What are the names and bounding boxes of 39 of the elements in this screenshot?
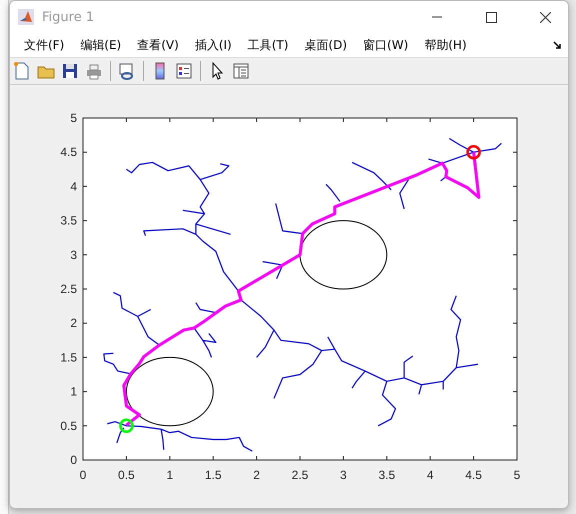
menu-item[interactable]: 帮助(H): [416, 36, 475, 54]
tick-label: 3.5: [60, 214, 77, 228]
menu-item[interactable]: 窗口(W): [355, 36, 416, 54]
menu-item[interactable]: 工具(T): [240, 36, 296, 54]
tick-label: 0: [70, 453, 77, 467]
window-title: Figure 1: [42, 10, 96, 24]
tick-label: 4.5: [465, 468, 482, 482]
tick-label: 4: [70, 179, 77, 194]
tick-label: 4: [426, 468, 434, 482]
tick-label: 2: [253, 468, 260, 482]
menu-item[interactable]: 查看(V): [129, 36, 187, 54]
tick-label: 1.5: [60, 350, 77, 364]
tick-label: 2.5: [292, 468, 308, 482]
app-icon: [18, 9, 34, 25]
tick-label: 0.5: [118, 468, 135, 482]
maximize-icon[interactable]: [486, 12, 496, 22]
close-icon[interactable]: [540, 12, 550, 22]
tick-label: 4.5: [60, 145, 77, 160]
tick-label: 3: [340, 468, 347, 482]
tick-label: 2: [70, 316, 77, 330]
point-marker: [119, 418, 134, 434]
tick-label: 5: [514, 468, 520, 482]
tick-label: 3.5: [378, 468, 396, 482]
legend-icon[interactable]: [174, 61, 194, 81]
tick-label: 5: [70, 111, 77, 125]
menu-item[interactable]: 插入(I): [186, 36, 240, 54]
tick-label: 0.5: [60, 418, 77, 433]
point-marker: [466, 144, 481, 160]
menu-item[interactable]: 文件(F): [16, 36, 72, 54]
tick-label: 1.5: [204, 468, 222, 482]
tick-label: 0: [80, 468, 86, 482]
tick-label: 3: [70, 248, 77, 262]
property-inspector-icon[interactable]: [231, 61, 251, 81]
tick-label: 1: [166, 468, 174, 482]
tick-label: 1: [70, 384, 77, 399]
menu-item[interactable]: 桌面(D): [296, 36, 356, 54]
menu-item[interactable]: 编辑(E): [72, 36, 130, 54]
tick-label: 2.5: [60, 282, 77, 296]
dock-arrow-icon[interactable]: [553, 41, 562, 50]
